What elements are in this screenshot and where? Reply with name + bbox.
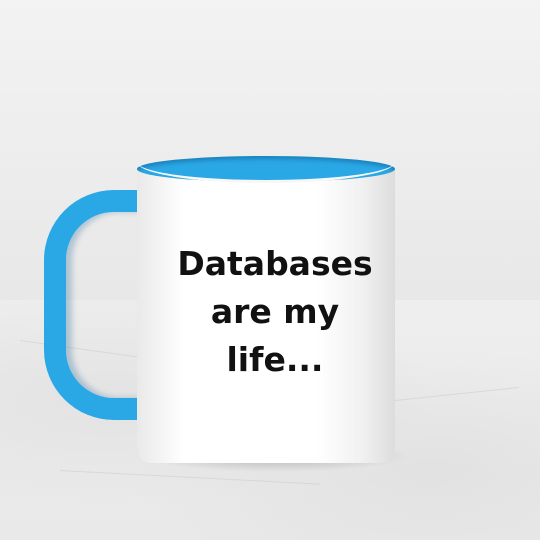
product-photo: Databases are my life... xyxy=(0,0,540,540)
mug-print-text: Databases are my life... xyxy=(165,240,385,384)
mug-text-line-1: Databases xyxy=(177,244,373,283)
mug-text-line-2: are my life... xyxy=(210,292,340,379)
marble-vein xyxy=(59,470,320,485)
